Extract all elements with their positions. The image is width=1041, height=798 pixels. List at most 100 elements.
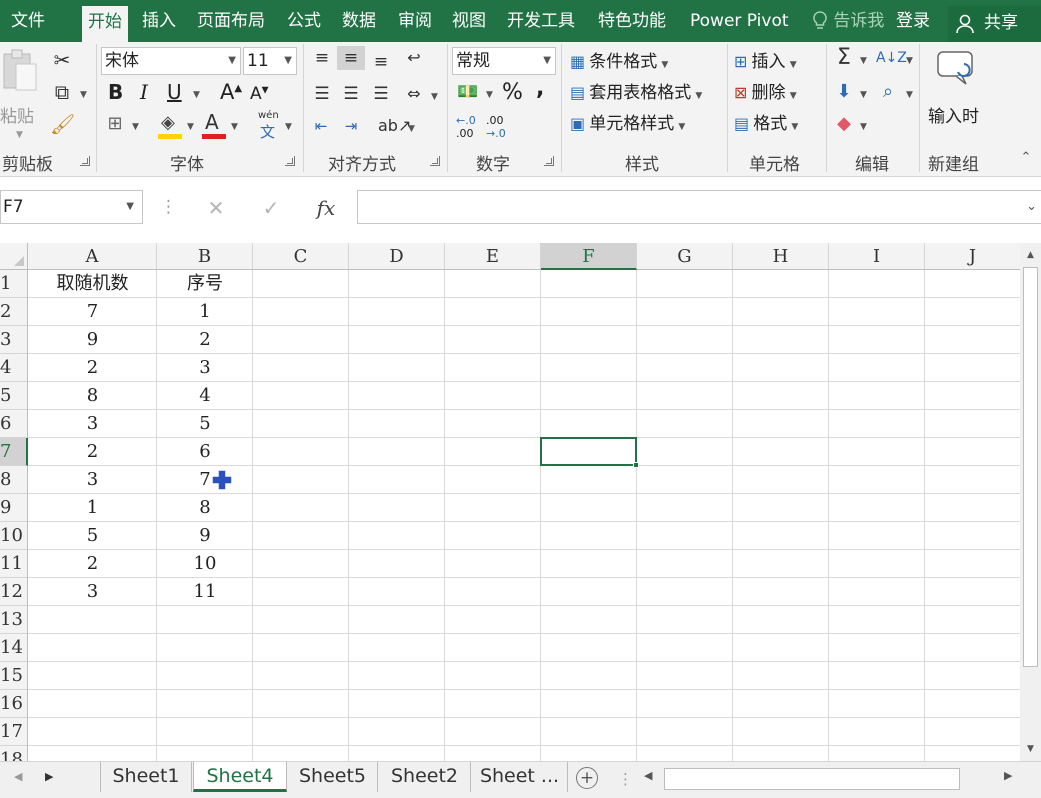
- collapse-ribbon-icon[interactable]: ⌃: [1016, 146, 1036, 170]
- cell-b8[interactable]: 7: [157, 466, 253, 494]
- fill-color-dropdown-icon[interactable]: ▼: [187, 122, 194, 132]
- cell-b4[interactable]: 3: [157, 354, 253, 382]
- cell-a4[interactable]: 2: [28, 354, 157, 382]
- column-header-e[interactable]: E: [445, 243, 541, 270]
- wrap-text-icon[interactable]: ↩: [400, 46, 428, 70]
- tab-power-pivot[interactable]: Power Pivot: [690, 0, 789, 42]
- percent-button[interactable]: %: [502, 80, 523, 105]
- align-left-icon[interactable]: ☰: [310, 82, 334, 106]
- add-sheet-icon[interactable]: +: [576, 767, 598, 789]
- tab-formulas[interactable]: 公式: [287, 0, 321, 42]
- fill-color-icon[interactable]: ◈: [158, 112, 184, 140]
- merge-center-icon[interactable]: ⇔: [400, 82, 428, 106]
- cell-b3[interactable]: 2: [157, 326, 253, 354]
- column-header-h[interactable]: H: [733, 243, 829, 270]
- column-header-i[interactable]: I: [829, 243, 925, 270]
- row-header-15[interactable]: 15: [0, 662, 28, 690]
- cell-a3[interactable]: 9: [28, 326, 157, 354]
- cell-a11[interactable]: 2: [28, 550, 157, 578]
- row-header-1[interactable]: 1: [0, 270, 28, 298]
- tab-data[interactable]: 数据: [342, 0, 376, 42]
- tab-insert[interactable]: 插入: [142, 0, 176, 42]
- row-header-5[interactable]: 5: [0, 382, 28, 410]
- fill-dropdown-icon[interactable]: ▼: [860, 90, 867, 100]
- column-header-f[interactable]: F: [541, 243, 637, 270]
- cut-icon[interactable]: ✂: [50, 48, 74, 72]
- cell-b11[interactable]: 10: [157, 550, 253, 578]
- column-header-d[interactable]: D: [349, 243, 445, 270]
- next-sheet-icon[interactable]: ▶: [45, 770, 53, 783]
- format-cells-button[interactable]: ▤ 格式 ▼: [734, 109, 798, 135]
- align-right-icon[interactable]: ☰: [369, 82, 393, 106]
- tab-review[interactable]: 审阅: [398, 0, 432, 42]
- horizontal-scrollbar[interactable]: ◀ ▶: [638, 765, 1021, 791]
- row-header-8[interactable]: 8: [0, 466, 28, 494]
- cancel-formula-icon[interactable]: ✕: [199, 191, 233, 225]
- row-header-7[interactable]: 7: [0, 438, 28, 466]
- eraser-icon[interactable]: ◆: [832, 112, 856, 136]
- copy-icon[interactable]: ⧉: [50, 80, 74, 104]
- cell-a9[interactable]: 1: [28, 494, 157, 522]
- font-launcher-icon[interactable]: [285, 156, 295, 166]
- sheet-tab[interactable]: Sheet2: [379, 762, 471, 792]
- cell-b12[interactable]: 11: [157, 578, 253, 606]
- tab-home[interactable]: 开始: [82, 6, 128, 42]
- row-header-2[interactable]: 2: [0, 298, 28, 326]
- row-header-6[interactable]: 6: [0, 410, 28, 438]
- sort-filter-icon[interactable]: A↓Z: [876, 46, 907, 70]
- accounting-dropdown-icon[interactable]: ▼: [486, 90, 493, 100]
- row-header-13[interactable]: 13: [0, 606, 28, 634]
- vertical-scrollbar[interactable]: ▲ ▼: [1020, 243, 1041, 761]
- font-color-icon[interactable]: A: [202, 110, 228, 140]
- accounting-format-icon[interactable]: 💵: [456, 80, 480, 104]
- cell-a2[interactable]: 7: [28, 298, 157, 326]
- cell-b2[interactable]: 1: [157, 298, 253, 326]
- column-header-j[interactable]: J: [925, 243, 1020, 270]
- input-time-button[interactable]: 输入时: [926, 48, 986, 128]
- format-as-table-button[interactable]: ▤ 套用表格格式 ▼: [570, 78, 702, 104]
- autosum-dropdown-icon[interactable]: ▼: [860, 56, 867, 66]
- sheet-tab[interactable]: Sheet1: [100, 762, 192, 792]
- phonetic-button[interactable]: wén 文: [258, 110, 280, 141]
- scroll-right-icon[interactable]: ▶: [1004, 769, 1012, 782]
- tell-me-box[interactable]: 告诉我: [812, 0, 884, 42]
- italic-button[interactable]: I: [140, 80, 148, 104]
- cell-b7[interactable]: 6: [157, 438, 253, 466]
- sheet-tab[interactable]: Sheet ...: [472, 762, 568, 792]
- increase-decimal-button[interactable]: ←.0 .00: [456, 114, 482, 142]
- horizontal-scroll-thumb[interactable]: [664, 768, 960, 790]
- sheet-tab-active[interactable]: Sheet4: [193, 762, 287, 792]
- name-box[interactable]: F7 ▼: [0, 190, 143, 224]
- align-bottom-icon[interactable]: ≡: [369, 50, 393, 74]
- column-header-c[interactable]: C: [253, 243, 349, 270]
- cell-b6[interactable]: 5: [157, 410, 253, 438]
- decrease-font-icon[interactable]: A▼: [250, 84, 269, 104]
- cell-a8[interactable]: 3: [28, 466, 157, 494]
- cell-b1[interactable]: 序号: [157, 270, 253, 298]
- increase-font-icon[interactable]: A▲: [220, 80, 242, 104]
- tab-splitter[interactable]: ⋮: [618, 770, 633, 788]
- find-dropdown-icon[interactable]: ▼: [906, 90, 913, 100]
- orientation-dropdown-icon[interactable]: ▼: [408, 124, 415, 134]
- scroll-down-icon[interactable]: ▼: [1023, 741, 1038, 757]
- orientation-icon[interactable]: ab↗: [378, 114, 411, 138]
- clipboard-launcher-icon[interactable]: [80, 156, 90, 166]
- number-launcher-icon[interactable]: [544, 156, 554, 166]
- fill-handle[interactable]: [633, 462, 639, 468]
- formula-bar-splitter[interactable]: ⋮: [160, 197, 177, 217]
- share-button[interactable]: 共享: [948, 6, 1041, 42]
- cell-b5[interactable]: 4: [157, 382, 253, 410]
- merge-dropdown-icon[interactable]: ▼: [431, 92, 438, 102]
- decrease-indent-icon[interactable]: ⇤: [308, 114, 334, 138]
- number-format-combo[interactable]: 常规 ▼: [452, 47, 556, 75]
- cell-a5[interactable]: 8: [28, 382, 157, 410]
- increase-indent-icon[interactable]: ⇥: [338, 114, 364, 138]
- row-header-11[interactable]: 11: [0, 550, 28, 578]
- font-name-combo[interactable]: 宋体 ▼: [101, 47, 241, 75]
- spreadsheet-grid[interactable]: A B C D E F G H I J 1 2 3 4 5 6 7 8 9 10 11 12 13 14 15 16 17 18 取随机…: [0, 243, 1020, 761]
- cell-a10[interactable]: 5: [28, 522, 157, 550]
- bold-button[interactable]: B: [108, 80, 123, 104]
- row-header-16[interactable]: 16: [0, 690, 28, 718]
- sheet-tab[interactable]: Sheet5: [288, 762, 378, 792]
- border-dropdown-icon[interactable]: ▼: [132, 122, 139, 132]
